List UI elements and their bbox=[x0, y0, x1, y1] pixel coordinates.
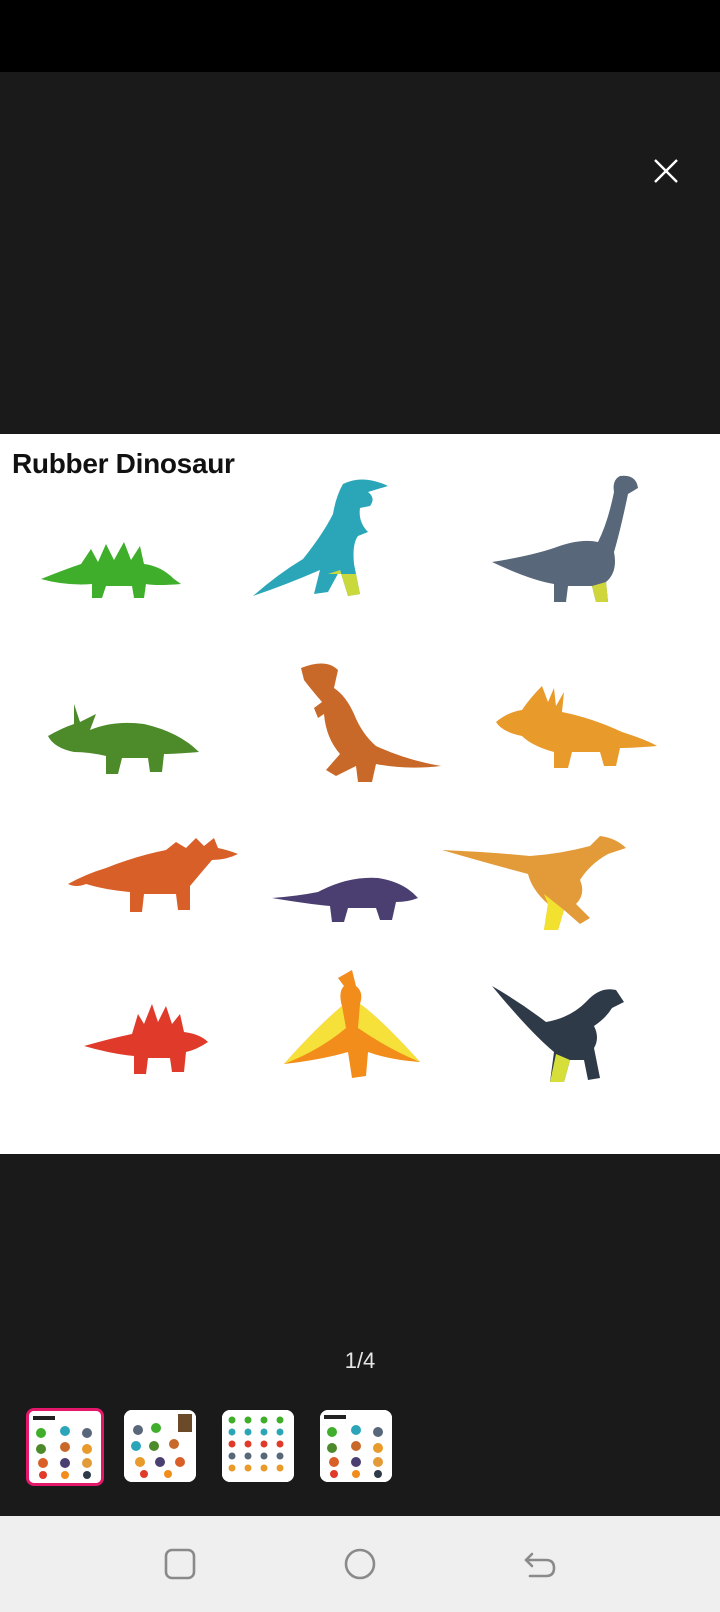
close-button[interactable] bbox=[640, 145, 692, 197]
image-title: Rubber Dinosaur bbox=[12, 448, 235, 479]
product-image[interactable]: Rubber Dinosaur bbox=[0, 434, 720, 1154]
pteranodon-orange-figure bbox=[284, 970, 420, 1078]
styracosaurus-orange-figure bbox=[496, 686, 657, 768]
thumbnail-3[interactable] bbox=[222, 1410, 294, 1482]
tyrannosaurus-orange-figure bbox=[301, 663, 441, 782]
system-nav-bar bbox=[0, 1516, 720, 1612]
circle-icon bbox=[344, 1548, 376, 1580]
image-counter: 1/4 bbox=[344, 1348, 376, 1373]
dimetrodon-red-figure bbox=[84, 1004, 208, 1074]
parasaurolophus-blue-figure bbox=[253, 479, 388, 596]
back-arrow-icon bbox=[524, 1552, 556, 1578]
sauropod-orange-figure bbox=[68, 838, 238, 912]
thumbnail-2[interactable] bbox=[124, 1410, 196, 1482]
triceratops-green-figure bbox=[48, 704, 199, 774]
recents-button[interactable] bbox=[160, 1544, 200, 1584]
home-button[interactable] bbox=[340, 1544, 380, 1584]
back-button[interactable] bbox=[520, 1544, 560, 1584]
status-bar bbox=[0, 0, 720, 72]
ornithomimus-orange-figure bbox=[442, 836, 626, 930]
square-icon bbox=[164, 1548, 196, 1580]
stegosaurus-green-figure bbox=[41, 542, 181, 598]
brachiosaurus-gray-figure bbox=[492, 475, 638, 602]
close-icon bbox=[654, 159, 678, 183]
thumbnail-1[interactable] bbox=[26, 1408, 104, 1486]
ankylosaurus-purple-figure bbox=[272, 877, 418, 922]
thumbnail-4[interactable] bbox=[320, 1410, 392, 1482]
pachycephalosaurus-dark-figure bbox=[492, 986, 624, 1082]
